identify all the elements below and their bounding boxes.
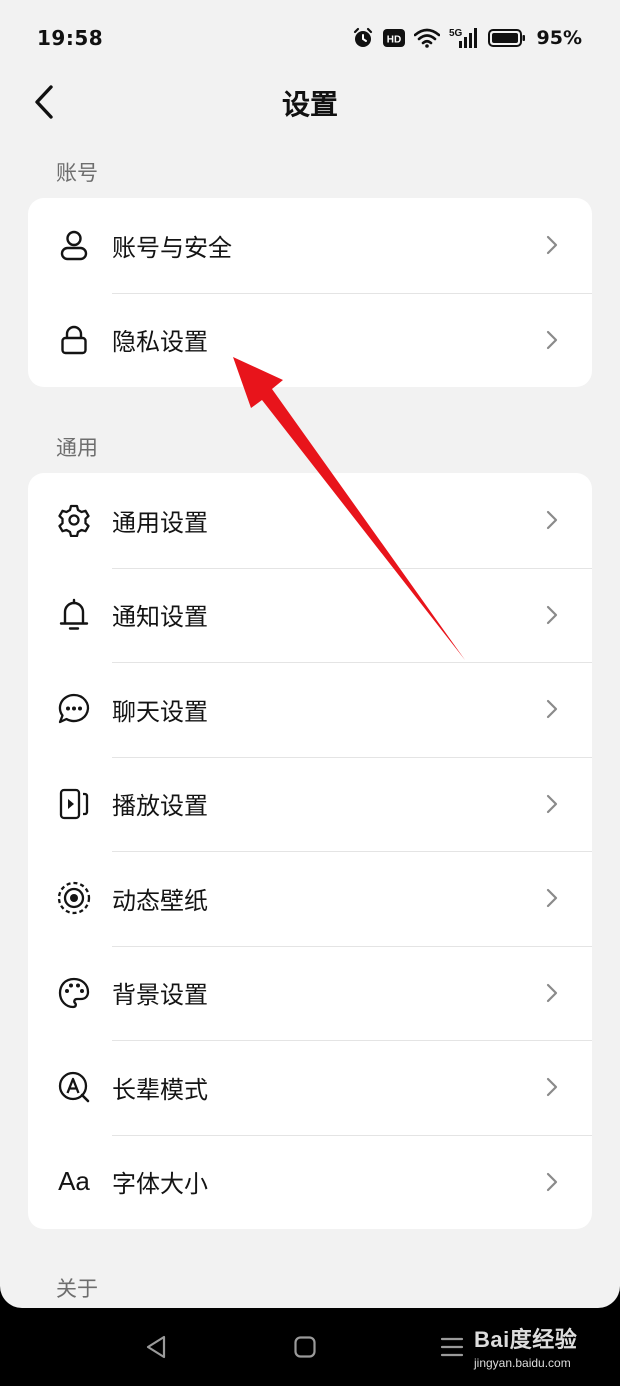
- status-bar: 19:58 HD 5G 95%: [0, 0, 620, 76]
- settings-item-elder-mode[interactable]: 长辈模式: [28, 1040, 592, 1135]
- settings-item-label: 播放设置: [112, 792, 208, 821]
- status-time: 19:58: [37, 26, 104, 50]
- settings-item-label: 字体大小: [112, 1170, 208, 1199]
- settings-item-label: 背景设置: [112, 981, 208, 1010]
- battery-icon: [487, 28, 526, 48]
- system-navigation-bar: Bai度经验 jingyan.baidu.com: [0, 1308, 620, 1386]
- account-settings-card: 账号与安全 隐私设置: [28, 198, 592, 387]
- chevron-right-icon: [546, 983, 558, 1002]
- wifi-icon: [413, 28, 440, 48]
- chevron-right-icon: [546, 605, 558, 624]
- settings-item-playback[interactable]: 播放设置: [28, 756, 592, 852]
- battery-percentage: 95%: [536, 27, 582, 49]
- elder-mode-icon: [56, 1069, 92, 1105]
- settings-item-live-wallpaper[interactable]: 动态壁纸: [28, 851, 592, 946]
- chevron-right-icon: [546, 1078, 558, 1097]
- settings-item-notification[interactable]: 通知设置: [28, 567, 592, 663]
- chat-bubble-icon: [56, 691, 92, 727]
- section-title-about: 关于: [56, 1277, 98, 1301]
- hd-badge-text: HD: [386, 35, 400, 46]
- chevron-right-icon: [546, 1172, 558, 1191]
- status-icons: HD 5G 95%: [352, 27, 582, 49]
- section-title-general: 通用: [56, 436, 98, 460]
- settings-item-label: 通知设置: [112, 603, 208, 632]
- chevron-right-icon: [546, 889, 558, 908]
- settings-item-label: 通用设置: [112, 508, 208, 537]
- palette-icon: [56, 975, 92, 1011]
- baidu-jingyan-watermark: Bai度经验 jingyan.baidu.com: [474, 1322, 600, 1378]
- general-settings-card: 通用设置 通知设置 聊天设置 播放设置 动态壁纸 背景设置 长辈模式 Aa 字体…: [28, 473, 592, 1229]
- settings-item-font-size[interactable]: Aa 字体大小: [28, 1134, 592, 1230]
- watermark-url: jingyan.baidu.com: [474, 1356, 571, 1370]
- chevron-right-icon: [546, 794, 558, 813]
- font-size-icon: Aa: [56, 1164, 92, 1200]
- user-icon: [56, 227, 92, 263]
- live-wallpaper-icon: [56, 880, 92, 916]
- section-title-account: 账号: [56, 161, 98, 185]
- lock-icon: [56, 322, 92, 358]
- settings-item-label: 聊天设置: [112, 697, 208, 726]
- settings-item-label: 动态壁纸: [112, 886, 208, 915]
- nav-home-icon[interactable]: [293, 1335, 317, 1363]
- play-icon: [56, 786, 92, 822]
- settings-item-background[interactable]: 背景设置: [28, 945, 592, 1041]
- settings-item-account-security[interactable]: 账号与安全: [28, 198, 592, 293]
- signal-5g-icon: 5G: [449, 27, 479, 49]
- nav-back-icon[interactable]: [144, 1334, 168, 1364]
- nav-menu-icon[interactable]: [440, 1335, 464, 1363]
- chevron-right-icon: [546, 236, 558, 255]
- settings-item-label: 隐私设置: [112, 328, 208, 357]
- network-type: 5G: [449, 28, 463, 39]
- chevron-right-icon: [546, 330, 558, 349]
- alarm-icon: [352, 27, 374, 49]
- settings-screen: 19:58 HD 5G 95% 设置 账号 账号与安全 隐私设置 通用 通用设置…: [0, 0, 620, 1308]
- gear-icon: [56, 502, 92, 538]
- page-title: 设置: [281, 88, 338, 121]
- chevron-right-icon: [546, 511, 558, 530]
- chevron-right-icon: [546, 700, 558, 719]
- watermark-logo: Bai度经验: [474, 1327, 578, 1352]
- settings-item-chat[interactable]: 聊天设置: [28, 662, 592, 757]
- settings-item-privacy[interactable]: 隐私设置: [28, 292, 592, 388]
- settings-item-label: 长辈模式: [112, 1075, 208, 1104]
- bell-icon: [56, 597, 92, 633]
- font-size-glyph: Aa: [58, 1166, 90, 1197]
- settings-item-general[interactable]: 通用设置: [28, 473, 592, 568]
- settings-item-label: 账号与安全: [112, 233, 232, 262]
- hd-icon: HD: [382, 28, 405, 48]
- top-app-bar: 设置: [0, 76, 620, 130]
